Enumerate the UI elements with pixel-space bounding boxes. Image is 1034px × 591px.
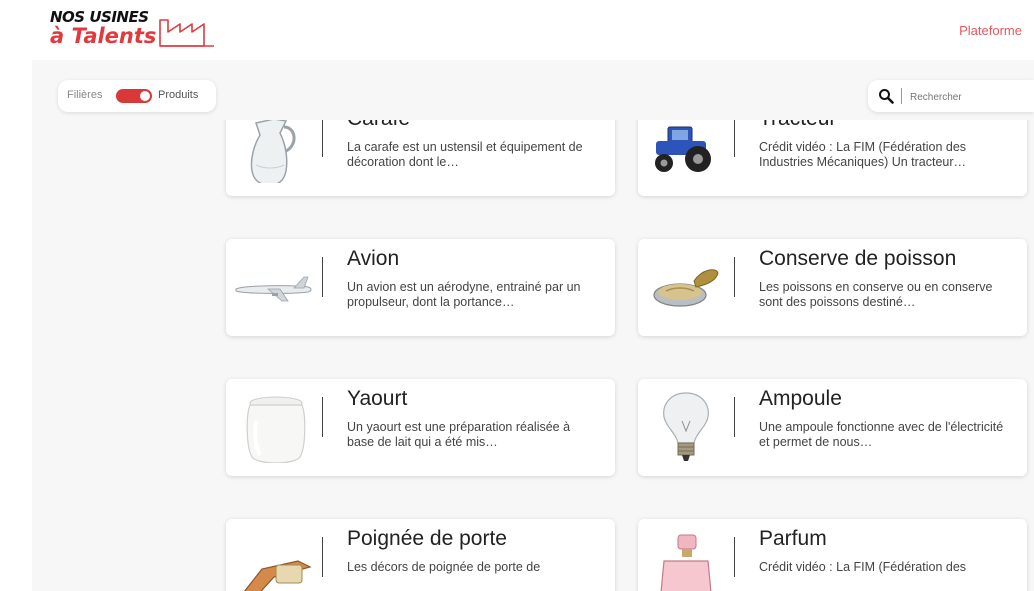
product-card-parfum[interactable]: Parfum Crédit vidéo : La FIM (Fédération… [638, 519, 1027, 591]
card-title: Poignée de porte [347, 527, 507, 550]
product-card-ampoule[interactable]: Ampoule Une ampoule fonctionne avec de l… [638, 379, 1027, 476]
card-description: Un yaourt est une préparation réalisée à… [347, 420, 571, 449]
toggle-knob [140, 91, 150, 101]
card-title: Tracteur [759, 120, 836, 131]
carafe-image [250, 120, 296, 183]
search-icon[interactable] [878, 88, 894, 104]
search-input[interactable] [908, 87, 1030, 107]
card-description: Un avion est un aérodyne, entrainé par u… [347, 280, 581, 309]
card-title: Parfum [759, 527, 827, 550]
product-card-tracteur[interactable]: Tracteur Crédit vidéo : La FIM (Fédérati… [638, 120, 1027, 196]
nav-link-plateforme[interactable]: Plateforme [959, 23, 1022, 38]
card-divider [322, 120, 323, 157]
airplane-image [235, 276, 312, 302]
logo-line2: à Talents [50, 24, 157, 48]
card-description: Une ampoule fonctionne avec de l'électri… [759, 420, 1004, 449]
header: NOS USINES à Talents Plateforme [0, 0, 1034, 60]
card-title: Avion [347, 247, 400, 270]
fish-can-image [653, 269, 719, 307]
card-title: Carafe [347, 120, 410, 131]
card-description: Les décors de poignée de porte de [347, 560, 541, 574]
toggle-label-produits[interactable]: Produits [158, 89, 198, 101]
perfume-image [660, 534, 712, 591]
card-divider [734, 120, 735, 157]
card-divider [734, 257, 735, 297]
tractor-image [655, 126, 711, 172]
card-divider [322, 257, 323, 297]
search-divider [901, 88, 902, 104]
product-list: Carafe La carafe est un ustensil et équi… [0, 120, 1034, 591]
card-divider [734, 537, 735, 577]
logo[interactable]: NOS USINES à Talents [50, 8, 214, 48]
card-divider [734, 397, 735, 437]
factory-icon [159, 19, 214, 47]
card-description: Crédit vidéo : La FIM (Fédération des In… [759, 140, 967, 169]
toggle-switch[interactable] [116, 89, 152, 103]
card-title: Yaourt [347, 387, 408, 410]
card-divider [322, 397, 323, 437]
product-card-conserve-de-poisson[interactable]: Conserve de poisson Les poissons en cons… [638, 239, 1027, 336]
toggle-label-filieres[interactable]: Filières [67, 89, 102, 101]
yogurt-image [246, 396, 306, 463]
card-description: Crédit vidéo : La FIM (Fédération des [759, 560, 967, 574]
search-box[interactable] [868, 80, 1034, 112]
product-card-avion[interactable]: Avion Un avion est un aérodyne, entrainé… [226, 239, 615, 336]
card-title: Conserve de poisson [759, 247, 957, 270]
card-description: La carafe est un ustensil et équipement … [347, 140, 583, 169]
logo-line1: NOS USINES [50, 8, 149, 26]
card-description: Les poissons en conserve ou en conserve … [759, 280, 993, 309]
product-card-yaourt[interactable]: Yaourt Un yaourt est une préparation réa… [226, 379, 615, 476]
light-bulb-image [663, 392, 709, 461]
door-handle-image [243, 560, 312, 591]
product-card-poignee-de-porte[interactable]: Poignée de porte Les décors de poignée d… [226, 519, 615, 591]
card-divider [322, 537, 323, 577]
product-card-carafe[interactable]: Carafe La carafe est un ustensil et équi… [226, 120, 615, 196]
filter-toggle[interactable]: Filières Produits [58, 80, 216, 112]
card-title: Ampoule [759, 387, 842, 410]
